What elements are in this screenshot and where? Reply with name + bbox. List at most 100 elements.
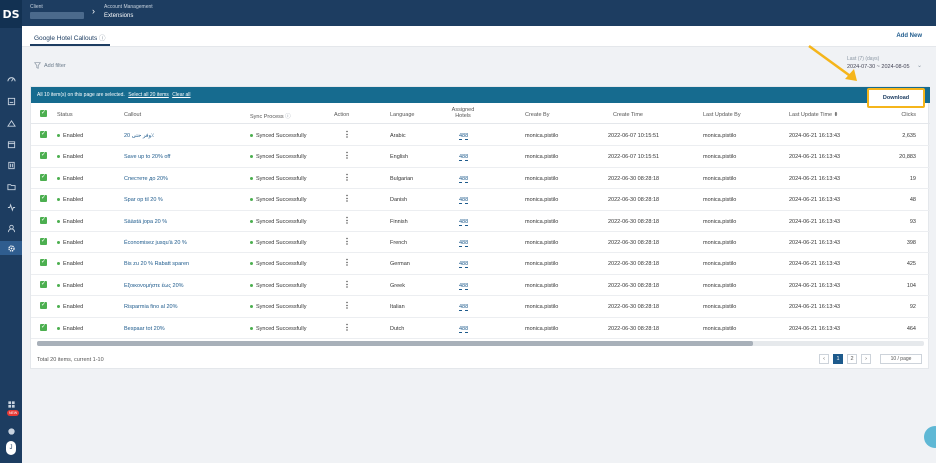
language-cell: Greek	[390, 282, 405, 289]
more-actions-icon[interactable]: ⋮	[343, 258, 351, 267]
more-actions-icon[interactable]: ⋮	[343, 194, 351, 203]
new-badge: NEW	[7, 410, 20, 416]
sync-status-text: Synced Successfully	[256, 175, 307, 182]
row-checkbox[interactable]: ✓	[40, 195, 47, 203]
col-sync-process[interactable]: Sync Process ⓘ	[250, 112, 291, 120]
hotels-cell[interactable]: 488	[459, 133, 469, 140]
clear-all-link[interactable]: Clear all	[172, 92, 190, 98]
callout-cell[interactable]: Save up to 20% off	[124, 154, 170, 160]
row-checkbox[interactable]: ✓	[40, 323, 47, 331]
clicks-cell: 425	[906, 261, 916, 268]
page-1-button[interactable]: 1	[833, 354, 843, 364]
row-checkbox[interactable]: ✓	[40, 238, 47, 245]
more-actions-icon[interactable]: ⋮	[343, 237, 351, 246]
breadcrumb-parent[interactable]: Account Management	[104, 4, 153, 10]
dashboard-icon[interactable]	[4, 72, 18, 86]
col-update-time-label: Last Update Time	[789, 112, 833, 118]
status-text: Enabled	[63, 325, 84, 332]
row-checkbox[interactable]: ✓	[40, 131, 47, 138]
scrollbar-thumb[interactable]	[37, 341, 753, 346]
callout-cell[interactable]: Спестете до 20%	[124, 176, 168, 182]
top-bar: Client › Account Management Extensions	[22, 0, 936, 26]
col-callout[interactable]: Callout	[124, 112, 141, 118]
calendar-icon[interactable]	[4, 137, 18, 151]
table-row: ✓ Enabled Bis zu 20 % Rabatt sparen Synced …	[31, 253, 930, 275]
create-time-cell: 2022-06-30 08:28:18	[608, 304, 660, 311]
status-dot-icon	[57, 155, 60, 159]
clicks-cell: 2,635	[902, 133, 916, 139]
callout-cell[interactable]: Risparmia fino al 20%	[124, 304, 178, 310]
row-checkbox[interactable]: ✓	[40, 302, 47, 310]
tab-google-hotel-callouts[interactable]: Google Hotel Callouts ⓘ	[34, 32, 106, 42]
apps-grid-icon[interactable]	[4, 397, 18, 411]
hotels-cell[interactable]: 488	[459, 283, 469, 290]
callout-cell[interactable]: Säästä jopa 20 %	[124, 219, 167, 225]
tab-label: Google Hotel Callouts	[34, 35, 98, 42]
callout-cell[interactable]: Bespaar tot 20%	[124, 326, 165, 332]
logo[interactable]: DS	[0, 0, 22, 28]
select-all-link[interactable]: Select all 20 items	[128, 92, 169, 98]
col-status[interactable]: Status	[57, 112, 73, 118]
page-2-button[interactable]: 2	[847, 354, 857, 364]
hotels-cell[interactable]: 488	[459, 154, 469, 162]
report-icon[interactable]	[4, 94, 18, 108]
activity-icon[interactable]	[4, 200, 18, 214]
page-size-select[interactable]: 10 / page	[880, 354, 922, 364]
callout-cell[interactable]: Spar op til 20 %	[124, 197, 163, 203]
hotels-cell[interactable]: 488	[459, 261, 469, 269]
campaign-icon[interactable]	[4, 116, 18, 130]
hotels-cell[interactable]: 488	[459, 326, 469, 333]
callout-cell[interactable]: وفر حتى 20٪	[124, 133, 154, 139]
row-checkbox[interactable]: ✓	[40, 152, 47, 160]
col-create-time[interactable]: Create Time	[613, 112, 643, 118]
status-dot-icon	[57, 283, 60, 287]
next-page-button[interactable]: ›	[861, 354, 871, 364]
add-filter-button[interactable]: Add filter	[44, 63, 66, 69]
folder-icon[interactable]	[4, 179, 18, 193]
callout-cell[interactable]: Bis zu 20 % Rabatt sparen	[124, 261, 189, 267]
settings-gear-icon[interactable]	[0, 241, 22, 255]
more-actions-icon[interactable]: ⋮	[343, 216, 351, 225]
col-clicks[interactable]: Clicks	[901, 112, 916, 118]
prev-page-button[interactable]: ‹	[819, 354, 829, 364]
col-assigned-hotels[interactable]: Assigned Hotels	[451, 107, 475, 119]
user-icon[interactable]	[4, 221, 18, 235]
add-new-button[interactable]: Add New	[896, 33, 922, 39]
more-actions-icon[interactable]: ⋮	[343, 173, 351, 182]
select-all-checkbox[interactable]: ✓	[40, 110, 47, 117]
col-last-update-by[interactable]: Last Update By	[703, 112, 741, 118]
hotels-cell[interactable]: 488	[459, 240, 469, 247]
row-checkbox[interactable]: ✓	[40, 259, 47, 267]
col-create-by[interactable]: Create By	[525, 112, 549, 118]
hotels-cell[interactable]: 488	[459, 219, 469, 226]
sync-cell: Synced Successfully	[250, 154, 306, 160]
hotels-cell[interactable]: 488	[459, 304, 469, 312]
row-checkbox[interactable]: ✓	[40, 216, 47, 224]
user-avatar[interactable]: J	[6, 441, 16, 455]
col-last-update-time[interactable]: Last Update Time ⬍	[789, 112, 838, 118]
language-cell: German	[390, 261, 410, 268]
info-icon: ⓘ	[99, 35, 106, 42]
sync-status-text: Synced Successfully	[256, 304, 307, 311]
hotel-icon[interactable]	[4, 158, 18, 172]
more-actions-icon[interactable]: ⋮	[343, 151, 351, 160]
col-language[interactable]: Language	[390, 112, 414, 118]
callout-cell[interactable]: Εξοικονομήστε έως 20%	[124, 283, 184, 289]
more-actions-icon[interactable]: ⋮	[343, 130, 351, 139]
horizontal-scrollbar[interactable]	[37, 341, 924, 346]
help-chat-button[interactable]	[924, 426, 936, 448]
hotels-cell[interactable]: 488	[459, 176, 469, 183]
client-selector[interactable]	[30, 12, 84, 19]
sort-icon[interactable]: ⬍	[834, 112, 839, 118]
chevron-down-icon[interactable]: ⌄	[917, 62, 922, 69]
more-actions-icon[interactable]: ⋮	[343, 301, 351, 310]
callout-cell[interactable]: Économisez jusqu'à 20 %	[124, 240, 187, 246]
row-checkbox[interactable]: ✓	[40, 280, 47, 288]
more-actions-icon[interactable]: ⋮	[343, 280, 351, 289]
update-by-cell: monica.pistilo	[703, 282, 737, 289]
more-actions-icon[interactable]: ⋮	[343, 323, 351, 332]
filter-icon[interactable]	[34, 62, 41, 69]
hotels-cell[interactable]: 488	[459, 197, 469, 205]
help-icon[interactable]	[4, 424, 18, 438]
row-checkbox[interactable]: ✓	[40, 173, 47, 181]
